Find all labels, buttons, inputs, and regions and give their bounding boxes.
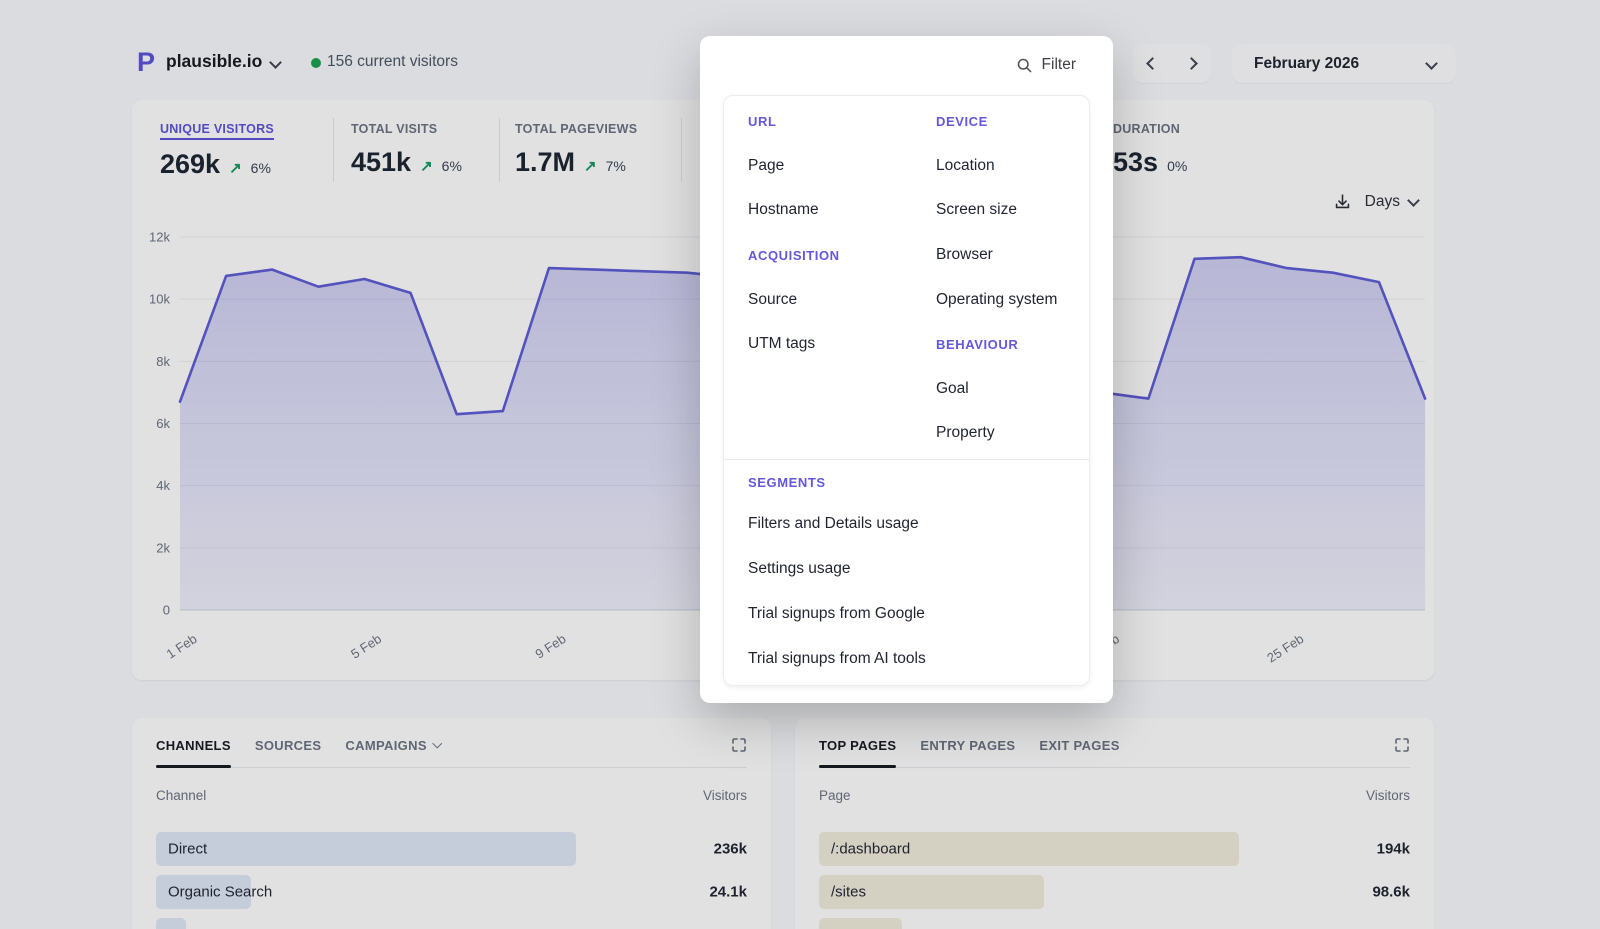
search-icon bbox=[1016, 57, 1033, 74]
filter-group-device: DEVICE bbox=[936, 99, 1114, 144]
filter-column-right: DEVICELocationScreen sizeBrowserOperatin… bbox=[936, 99, 1114, 456]
filter-search-placeholder: Filter bbox=[1042, 56, 1076, 74]
filter-option-hostname[interactable]: Hostname bbox=[748, 188, 926, 233]
filter-option-browser[interactable]: Browser bbox=[936, 233, 1114, 278]
filter-options-panel: URLPageHostnameACQUISITIONSourceUTM tags… bbox=[723, 95, 1090, 686]
plausible-dashboard: P plausible.io 156 current visitors Febr… bbox=[0, 0, 1600, 929]
filter-group-behaviour: BEHAVIOUR bbox=[936, 322, 1114, 367]
filter-option-source[interactable]: Source bbox=[748, 277, 926, 322]
filter-option-property[interactable]: Property bbox=[936, 411, 1114, 456]
segment-settings-usage[interactable]: Settings usage bbox=[748, 546, 1065, 591]
filter-option-goal[interactable]: Goal bbox=[936, 367, 1114, 412]
filter-modal: Filter URLPageHostnameACQUISITIONSourceU… bbox=[700, 36, 1113, 703]
segment-trial-signups-from-ai-tools[interactable]: Trial signups from AI tools bbox=[748, 636, 1065, 681]
filter-option-location[interactable]: Location bbox=[936, 144, 1114, 189]
filter-search-input[interactable]: Filter bbox=[1016, 56, 1076, 74]
filter-option-screen-size[interactable]: Screen size bbox=[936, 188, 1114, 233]
filter-group-segments: SEGMENTS bbox=[748, 463, 1065, 501]
filter-group-url: URL bbox=[748, 99, 926, 144]
segments-section: SEGMENTSFilters and Details usageSetting… bbox=[748, 463, 1065, 681]
filter-option-page[interactable]: Page bbox=[748, 144, 926, 189]
segments-divider bbox=[724, 459, 1089, 460]
segment-filters-and-details-usage[interactable]: Filters and Details usage bbox=[748, 501, 1065, 546]
filter-group-acquisition: ACQUISITION bbox=[748, 233, 926, 278]
filter-option-utm-tags[interactable]: UTM tags bbox=[748, 322, 926, 367]
filter-option-operating-system[interactable]: Operating system bbox=[936, 277, 1114, 322]
segment-trial-signups-from-google[interactable]: Trial signups from Google bbox=[748, 591, 1065, 636]
filter-column-left: URLPageHostnameACQUISITIONSourceUTM tags bbox=[748, 99, 926, 367]
